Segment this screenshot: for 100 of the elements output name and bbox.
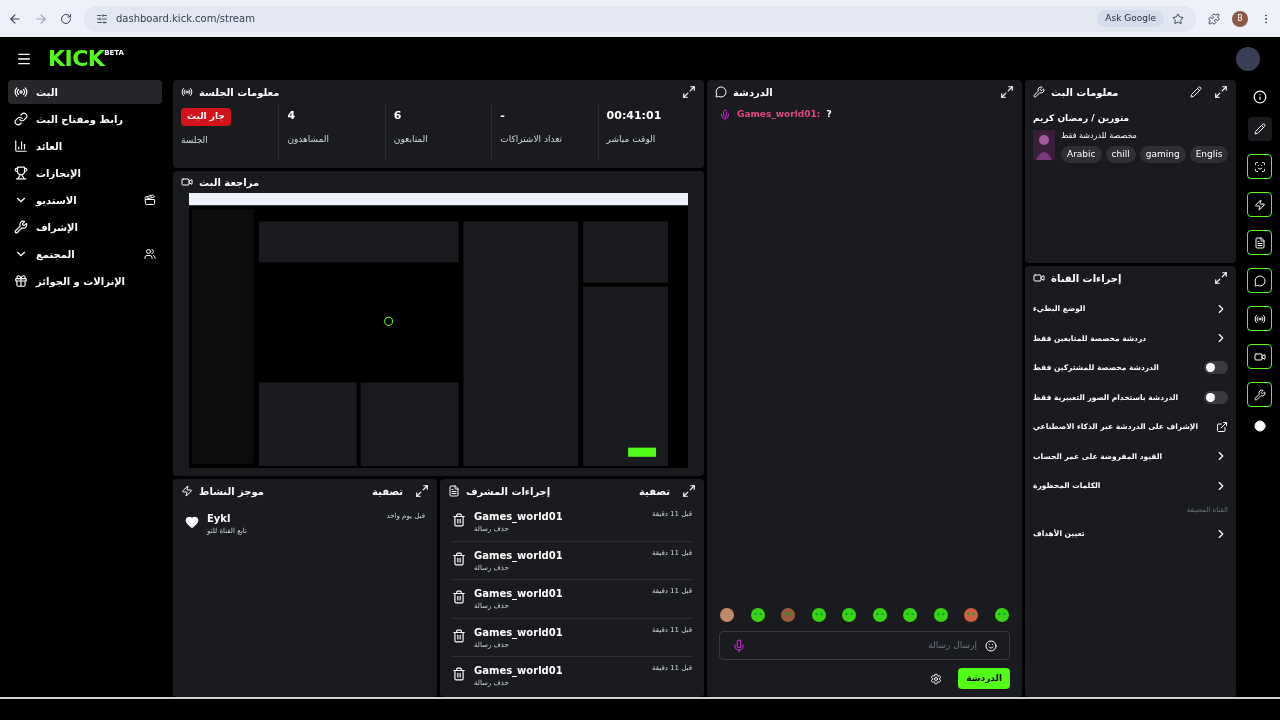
emote-icon[interactable]: [841, 607, 858, 623]
scan-tool-button[interactable]: [1247, 154, 1272, 179]
trash-icon: [452, 551, 466, 566]
panel-title: معلومات البث: [1051, 85, 1119, 100]
edit-tool-button[interactable]: [1247, 117, 1272, 141]
document-icon: [1253, 236, 1266, 249]
gift-icon: [14, 274, 28, 288]
chat-tool-button[interactable]: [1247, 268, 1272, 293]
bar-chart-icon: [14, 139, 28, 153]
video-icon: [1253, 350, 1266, 363]
expand-icon[interactable]: [1214, 271, 1228, 285]
info-icon[interactable]: [1252, 90, 1267, 104]
sidebar-item[interactable]: الإنجازات: [8, 161, 162, 185]
back-icon[interactable]: [8, 11, 22, 26]
stat-value: 6: [393, 108, 403, 124]
expand-icon[interactable]: [1214, 85, 1228, 99]
url-text: dashboard.kick.com/stream: [116, 12, 256, 26]
emote-icon[interactable]: [780, 607, 797, 623]
emote-icon[interactable]: [932, 607, 949, 623]
sidebar-item[interactable]: الاستديو: [8, 188, 162, 212]
stat-label: المتابعون: [393, 132, 429, 146]
site-settings-icon[interactable]: [96, 12, 108, 25]
message-input[interactable]: إرسال رسالة: [719, 631, 1010, 660]
logo[interactable]: KICK: [48, 47, 105, 70]
tag-chip[interactable]: chill: [1105, 145, 1136, 163]
panel-title: معلومات الجلسة: [199, 85, 280, 100]
sidebar-item[interactable]: الإشراف: [8, 215, 162, 239]
panel-title: إجراءات المشرف: [466, 484, 551, 499]
send-button[interactable]: الدردشة: [958, 668, 1010, 689]
reload-icon[interactable]: [60, 12, 72, 25]
emote-icon[interactable]: [993, 607, 1010, 623]
wrench-tool-button[interactable]: [1247, 382, 1272, 407]
user-name: Games_world01: [474, 587, 564, 601]
studio-icon: [144, 194, 156, 206]
stat-value: 4: [287, 108, 297, 124]
broadcast-icon: [1253, 312, 1266, 325]
scan-icon: [1253, 160, 1266, 173]
bolt-tool-button[interactable]: [1247, 192, 1272, 217]
toggle-switch[interactable]: [1204, 390, 1228, 404]
expand-icon[interactable]: [682, 484, 696, 498]
emote-icon[interactable]: [810, 607, 827, 623]
user-name: Games_world01: [474, 548, 564, 563]
toggle-switch[interactable]: [1204, 361, 1228, 375]
sidebar-item[interactable]: البث: [8, 80, 162, 104]
emoji-icon[interactable]: [985, 639, 997, 652]
link-icon: [14, 112, 28, 126]
category-text: مخصصة للدردشة فقط: [1061, 129, 1138, 142]
external-link-icon: [1216, 420, 1228, 433]
emote-icon[interactable]: [719, 607, 735, 623]
expand-icon[interactable]: [1000, 85, 1014, 99]
user-name: Eykl: [207, 512, 232, 526]
expand-icon[interactable]: [415, 484, 429, 498]
video-icon: [181, 176, 193, 188]
tag-chip[interactable]: gaming: [1139, 145, 1186, 163]
sidebar-item[interactable]: الإنزالات و الجوائز: [8, 269, 162, 293]
panel-title: موجز النشاط: [199, 484, 264, 499]
tag-chip[interactable]: Arabic: [1061, 145, 1102, 163]
expand-icon[interactable]: [682, 85, 696, 99]
chat-icon: [715, 86, 727, 98]
stream-title: متورين / رمضان كريم: [1033, 112, 1131, 126]
video-tool-button[interactable]: [1247, 344, 1272, 369]
user-name: Games_world01: [474, 664, 564, 678]
chat-username[interactable]: Games_world01:: [737, 108, 821, 122]
document-tool-button[interactable]: [1247, 230, 1272, 255]
sidebar-item[interactable]: رابط ومفتاح البث: [8, 107, 162, 131]
tag-chip[interactable]: Englis: [1189, 145, 1228, 163]
extensions-icon[interactable]: [1208, 12, 1220, 25]
address-bar[interactable]: dashboard.kick.com/stream Ask Google: [84, 5, 1196, 32]
user-name: Games_world01: [474, 625, 564, 640]
bookmark-icon[interactable]: [1172, 12, 1184, 25]
panel-title: مراجعة البث: [199, 175, 260, 190]
sidebar-item[interactable]: المجتمع: [8, 242, 162, 266]
panel-title: إجراءات القناة: [1051, 271, 1122, 286]
wrench-icon: [14, 220, 28, 234]
stat-value: 00:41:01: [606, 108, 663, 124]
broadcast-tool-button[interactable]: [1247, 306, 1272, 331]
trash-icon: [452, 590, 466, 604]
stat-label: المشاهدون: [287, 132, 331, 146]
document-icon: [448, 485, 460, 497]
ask-google-button[interactable]: Ask Google: [1097, 9, 1164, 28]
chat-message: ?: [826, 108, 832, 121]
settings-icon[interactable]: [930, 672, 943, 685]
sidebar-item[interactable]: العائد: [8, 134, 162, 158]
emote-icon[interactable]: [963, 607, 980, 623]
emote-icon[interactable]: [871, 607, 888, 623]
filter-button[interactable]: تصفية: [639, 483, 670, 499]
trash-icon: [452, 667, 466, 681]
message-text-input[interactable]: إرسال رسالة: [754, 638, 977, 653]
users-icon: [144, 248, 156, 260]
edit-icon[interactable]: [1190, 86, 1202, 98]
profile-avatar[interactable]: B: [1232, 10, 1248, 27]
mic-badge-icon: [719, 108, 731, 121]
emote-icon[interactable]: [902, 607, 919, 623]
trash-icon: [452, 628, 466, 643]
mic-icon[interactable]: [732, 638, 746, 653]
bolt-icon: [181, 485, 193, 497]
emote-icon[interactable]: [749, 607, 766, 623]
wrench-icon: [1253, 388, 1266, 401]
filter-button[interactable]: تصفية: [372, 483, 403, 499]
user-name: Games_world01: [474, 510, 564, 524]
